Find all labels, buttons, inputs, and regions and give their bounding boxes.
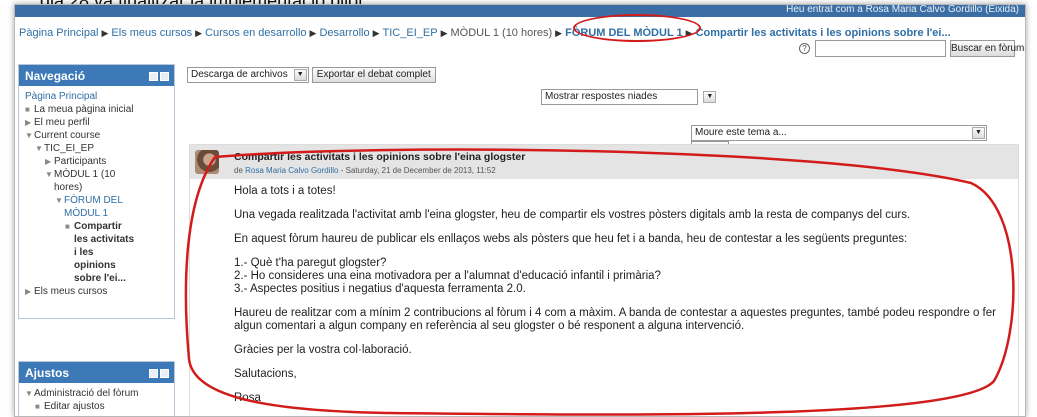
tree-item[interactable]: ▼TIC_EI_EP (25, 142, 168, 155)
forum-search-input[interactable] (815, 40, 946, 57)
breadcrumb-item[interactable]: FÒRUM DEL MÒDUL 1 (565, 27, 683, 39)
nav-home-link[interactable]: Pàgina Principal (25, 90, 168, 103)
breadcrumb-separator-icon: ▶ (440, 28, 448, 38)
tree-item[interactable]: les activitats (25, 233, 168, 246)
breadcrumb-separator-icon: ▶ (555, 28, 563, 38)
tree-item-label: Administració del fòrum (34, 388, 139, 399)
tree-item[interactable]: opinions (25, 259, 168, 272)
breadcrumb-item[interactable]: TIC_EI_EP (383, 27, 438, 39)
breadcrumb-item[interactable]: Els meus cursos (111, 27, 192, 39)
navigation-title: Navegació (25, 69, 86, 83)
tree-item-label: La meua pàgina inicial (34, 104, 134, 115)
tree-item[interactable]: hores) (25, 181, 168, 194)
tree-item-label: sobre l'ei... (74, 273, 126, 284)
tree-marker-icon: ▼ (55, 196, 63, 205)
tree-item-label: opinions (74, 260, 116, 271)
tree-item[interactable]: sobre l'ei... (25, 272, 168, 285)
breadcrumb-separator-icon: ▶ (195, 28, 203, 38)
tree-marker-icon: ▼ (25, 131, 33, 140)
tree-item[interactable]: ■ Editar ajustos (25, 400, 168, 413)
tree-item[interactable]: ▼MÒDUL 1 (10 (25, 168, 168, 181)
breadcrumb: Pàgina Principal ▶ Els meus cursos ▶ Cursos … (19, 27, 951, 39)
tree-marker-icon: ▼ (25, 389, 33, 398)
tree-marker-icon: ▼ (45, 170, 53, 179)
tree-item-label: MÒDUL 1 (10 (54, 169, 116, 180)
tree-item-label: Els meus cursos (34, 286, 108, 297)
dock-block-icon[interactable] (160, 369, 169, 378)
tree-item[interactable]: ▶ Participants (25, 155, 168, 168)
chevron-down-icon: ▼ (972, 127, 985, 139)
settings-block-header: Ajustos (19, 362, 174, 383)
breadcrumb-separator-icon: ▶ (309, 28, 317, 38)
breadcrumb-item[interactable]: MÒDUL 1 (10 hores) (450, 27, 552, 39)
navigation-block: Navegació Pàgina Principal ■ La meua pàgi… (18, 64, 175, 319)
dock-block-icon[interactable] (160, 72, 169, 81)
tree-item-label: Participants (54, 156, 107, 167)
tree-item[interactable]: MÒDUL 1 (25, 207, 168, 220)
settings-block: Ajustos ▼Administració del fòrum ■ Editar … (18, 361, 175, 416)
tree-item-label: FÒRUM DEL (64, 195, 123, 206)
annotation-circle (184, 148, 1015, 416)
tree-item[interactable]: i les (25, 246, 168, 259)
breadcrumb-separator-icon: ▶ (685, 28, 693, 38)
tree-item-label: les activitats (74, 234, 135, 245)
tree-item[interactable]: ▶ Els meus cursos (25, 285, 168, 298)
chevron-down-icon: ▼ (293, 69, 307, 81)
tree-item-label: El meu perfil (34, 117, 90, 128)
navigation-block-header: Navegació (19, 65, 174, 86)
tree-marker-icon: ▼ (35, 144, 43, 153)
download-select[interactable]: Descarga de archivos ▼ (187, 67, 309, 83)
tree-item[interactable]: ▼Administració del fòrum (25, 387, 168, 400)
tree-marker-icon: ■ (25, 105, 30, 114)
hide-block-icon[interactable] (149, 72, 158, 81)
breadcrumb-separator-icon: ▶ (372, 28, 380, 38)
tree-item-label: Compartir (74, 221, 122, 232)
top-bar: Heu entrat com a Rosa Maria Calvo Gordil… (15, 5, 1025, 17)
display-mode: Mostrar respostes niades ▼ (541, 89, 717, 105)
tree-item[interactable]: ■ Compartir (25, 220, 168, 233)
tree-item-label: hores) (54, 182, 83, 193)
discussion-controls: Descarga de archivos ▼ Exportar el debat … (187, 67, 436, 83)
display-mode-select[interactable]: Mostrar respostes niades ▼ (541, 89, 717, 105)
tree-item-label: i les (74, 247, 94, 258)
breadcrumb-item[interactable]: Compartir les activitats i les opinions … (696, 27, 951, 39)
tree-marker-icon: ■ (65, 222, 70, 231)
settings-title: Ajustos (25, 366, 70, 380)
tree-item-label: TIC_EI_EP (44, 143, 95, 154)
tree-marker-icon: ▶ (45, 157, 52, 166)
tree-marker-icon: ▶ (25, 118, 32, 127)
tree-item[interactable]: ▼Current course (25, 129, 168, 142)
breadcrumb-item[interactable]: Pàgina Principal (19, 27, 99, 39)
settings-tree: ▼Administració del fòrum ■ Editar ajustos (19, 383, 174, 416)
navbar: Pàgina Principal ▶ Els meus cursos ▶ Cursos … (19, 22, 1025, 57)
help-icon[interactable]: ? (799, 43, 810, 54)
export-discussion-button[interactable]: Exportar el debat complet (311, 67, 436, 83)
hide-block-icon[interactable] (149, 369, 158, 378)
tree-item[interactable]: ▼FÒRUM DEL (25, 194, 168, 207)
browser-page: Heu entrat com a Rosa Maria Calvo Gordil… (14, 4, 1026, 417)
tree-item[interactable]: ■ La meua pàgina inicial (25, 103, 168, 116)
tree-marker-icon: ■ (35, 402, 40, 411)
search-forums-button[interactable]: Buscar en fòrums (950, 40, 1025, 57)
tree-marker-icon: ▶ (25, 287, 32, 296)
login-info[interactable]: Heu entrat com a Rosa Maria Calvo Gordil… (786, 5, 1019, 15)
tree-item[interactable]: ▶ El meu perfil (25, 116, 168, 129)
chevron-down-icon: ▼ (703, 91, 717, 103)
move-topic-select[interactable]: Moure este tema a... ▼ (691, 125, 987, 141)
tree-item-label: Current course (34, 130, 101, 141)
navigation-tree: Pàgina Principal ■ La meua pàgina inicial… (19, 86, 174, 302)
tree-item-label: MÒDUL 1 (64, 208, 109, 219)
breadcrumb-item[interactable]: Desarrollo (319, 27, 369, 39)
breadcrumb-separator-icon: ▶ (101, 28, 109, 38)
breadcrumb-item[interactable]: Cursos en desarrollo (205, 27, 307, 39)
tree-item-label: Editar ajustos (44, 401, 105, 412)
